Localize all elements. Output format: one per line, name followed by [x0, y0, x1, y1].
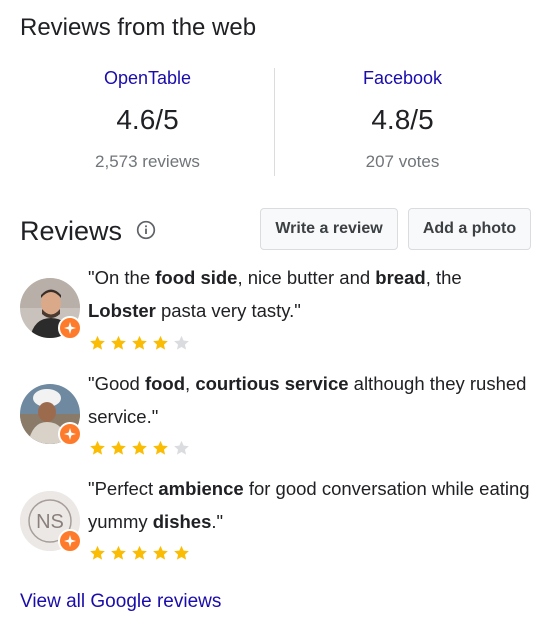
star-empty-icon — [174, 335, 189, 350]
view-all-reviews-link[interactable]: View all Google reviews — [20, 590, 221, 614]
star-filled-icon — [90, 545, 105, 560]
star-filled-icon — [111, 545, 126, 560]
review-text: "Good food, courtious service although t… — [88, 373, 527, 427]
local-guide-badge — [58, 316, 82, 340]
info-icon[interactable] — [136, 220, 156, 240]
review-item: "Good food, courtious service although t… — [20, 367, 530, 462]
review-item: "On the food side, nice butter and bread… — [20, 261, 530, 356]
source-rating: 4.6/5 — [116, 104, 179, 135]
star-filled-icon — [153, 440, 168, 455]
star-filled-icon — [90, 335, 105, 350]
source-opentable[interactable]: OpenTable 4.6/5 2,573 reviews — [20, 66, 275, 176]
star-filled-icon — [153, 545, 168, 560]
star-filled-icon — [174, 545, 189, 560]
star-filled-icon — [111, 440, 126, 455]
review-text: "On the food side, nice butter and bread… — [88, 267, 462, 321]
write-review-button[interactable]: Write a review — [260, 208, 398, 250]
star-rating — [88, 544, 193, 562]
star-filled-icon — [132, 440, 147, 455]
avatar: NS — [20, 491, 82, 553]
avatar — [20, 278, 82, 340]
source-count: 2,573 reviews — [95, 152, 200, 171]
avatar — [20, 384, 82, 446]
star-filled-icon — [90, 440, 105, 455]
reviews-title: Reviews — [20, 216, 123, 246]
star-filled-icon — [132, 335, 147, 350]
star-filled-icon — [153, 335, 168, 350]
source-name[interactable]: OpenTable — [20, 66, 275, 90]
local-guide-badge — [58, 529, 82, 553]
web-reviews-title: Reviews from the web — [20, 14, 257, 41]
source-facebook[interactable]: Facebook 4.8/5 207 votes — [275, 66, 530, 176]
source-rating: 4.8/5 — [371, 104, 434, 135]
local-guide-badge — [58, 422, 82, 446]
star-filled-icon — [132, 545, 147, 560]
star-empty-icon — [174, 440, 189, 455]
avatar-initials: NS — [36, 511, 64, 533]
web-reviews-panel: OpenTable 4.6/5 2,573 reviews Facebook 4… — [20, 66, 530, 176]
review-text: "Perfect ambience for good conversation … — [88, 478, 530, 532]
source-count: 207 votes — [365, 152, 440, 171]
star-filled-icon — [111, 335, 126, 350]
star-rating — [88, 334, 193, 352]
star-rating — [88, 439, 193, 457]
review-item: NS "Perfect ambience for good conversati… — [20, 472, 530, 567]
add-photo-button[interactable]: Add a photo — [408, 208, 531, 250]
source-name[interactable]: Facebook — [275, 66, 530, 90]
